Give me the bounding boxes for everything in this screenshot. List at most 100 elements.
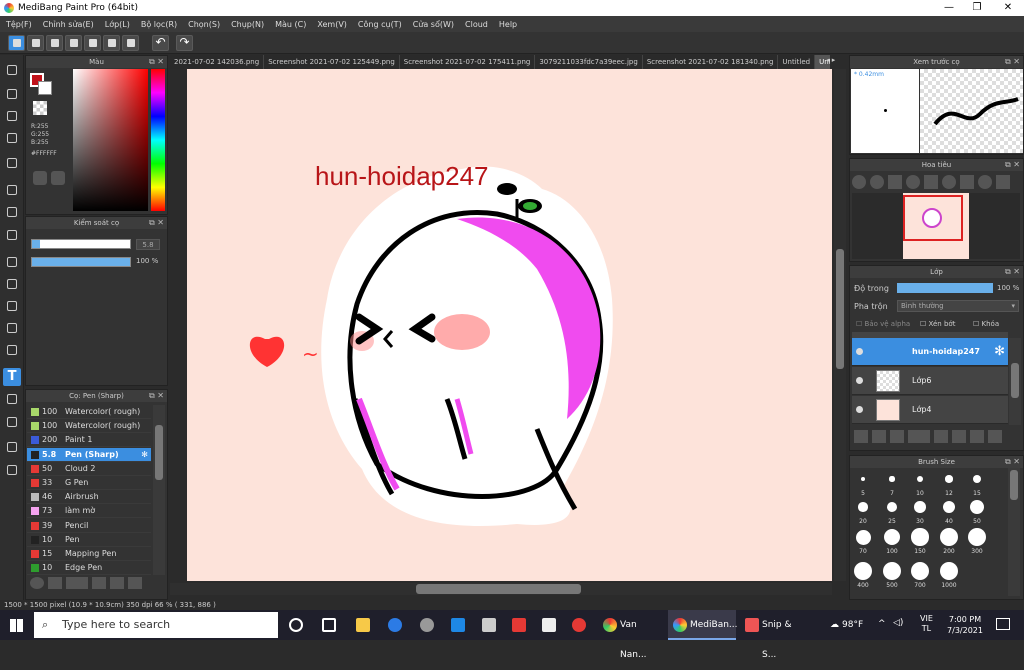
brush-size-dot[interactable] bbox=[968, 528, 986, 546]
brush-size-value[interactable]: 5.8 bbox=[136, 239, 160, 250]
fit-icon[interactable] bbox=[888, 175, 902, 189]
merge-layer-icon[interactable] bbox=[970, 430, 984, 443]
tab-scroll-arrows[interactable]: ◂ ▸ bbox=[826, 56, 848, 68]
brush-size-dot[interactable] bbox=[911, 528, 929, 546]
brush-tool-icon[interactable] bbox=[3, 61, 21, 79]
minimize-button[interactable]: — bbox=[934, 0, 964, 16]
brush-list-item[interactable]: 100 Watercolor( rough) bbox=[27, 405, 151, 419]
brush-size-dot[interactable] bbox=[945, 475, 953, 483]
edge-icon[interactable] bbox=[388, 618, 402, 632]
duplicate-icon[interactable] bbox=[128, 577, 142, 589]
add-layer-menu-icon[interactable] bbox=[908, 430, 930, 443]
brush-list-item[interactable]: 39 Pencil bbox=[27, 519, 151, 533]
blend-mode-select[interactable]: Bình thường ▾ bbox=[897, 300, 1019, 312]
eye-icon[interactable] bbox=[856, 406, 863, 413]
brush-size-scrollbar[interactable] bbox=[1008, 468, 1020, 596]
eye-icon[interactable] bbox=[856, 377, 863, 384]
brush-size-dot[interactable] bbox=[889, 476, 895, 482]
brush-size-dot[interactable] bbox=[855, 529, 871, 545]
media-icon[interactable] bbox=[420, 618, 434, 632]
brush-size-dot[interactable] bbox=[883, 528, 901, 546]
magic-wand-tool-icon[interactable] bbox=[3, 297, 21, 315]
new-halftone-layer-icon[interactable] bbox=[872, 430, 886, 443]
new-layer-icon[interactable] bbox=[854, 430, 868, 443]
panel-close-icon[interactable]: ⧉ ✕ bbox=[1005, 159, 1020, 171]
store-icon[interactable] bbox=[542, 618, 556, 632]
brush-size-dot[interactable] bbox=[970, 500, 984, 514]
upload-icon[interactable] bbox=[27, 35, 44, 51]
panel-close-icon[interactable]: ⧉ ✕ bbox=[1005, 266, 1020, 278]
canvas-vscrollbar[interactable] bbox=[834, 69, 846, 581]
cortana-icon[interactable] bbox=[289, 618, 303, 632]
taskbar-search[interactable]: ⌕ Type here to search bbox=[34, 612, 278, 638]
secondary-color-swatch[interactable] bbox=[38, 81, 52, 95]
brush-size-dot[interactable] bbox=[861, 477, 865, 481]
tab-1[interactable]: 2021-07-02 142036.png bbox=[170, 55, 265, 69]
brush-list-item[interactable]: 50 Cloud 2 bbox=[27, 462, 151, 476]
canvas-hscrollbar[interactable] bbox=[170, 583, 832, 595]
taskbar-app-medibang[interactable]: MediBan... bbox=[668, 610, 738, 640]
close-button[interactable]: ✕ bbox=[993, 0, 1023, 16]
brush-size-dot[interactable] bbox=[911, 562, 929, 580]
tab-5[interactable]: Screenshot 2021-07-02 181340.png bbox=[643, 55, 779, 69]
panel-close-icon[interactable]: ⧉ ✕ bbox=[1005, 56, 1020, 68]
menu-file[interactable]: Tệp(F) bbox=[6, 20, 32, 29]
add-brush-icon[interactable] bbox=[66, 577, 88, 589]
tab-6[interactable]: Untitled bbox=[778, 55, 816, 69]
reset-view-icon[interactable] bbox=[996, 175, 1010, 189]
file-explorer-icon[interactable] bbox=[356, 618, 370, 632]
layer-opacity-slider[interactable] bbox=[897, 283, 993, 293]
operation-tool-icon[interactable] bbox=[3, 390, 21, 408]
menu-tools[interactable]: Công cụ(T) bbox=[358, 20, 402, 29]
new-8bit-layer-icon[interactable] bbox=[890, 430, 904, 443]
document-icon[interactable] bbox=[84, 35, 101, 51]
drawing-canvas[interactable]: ~ hun-hoidap247 bbox=[187, 69, 832, 581]
eyedropper-tool-icon[interactable] bbox=[3, 413, 21, 431]
comment-icon[interactable] bbox=[46, 35, 63, 51]
language-indicator[interactable]: VIE TL bbox=[920, 614, 933, 634]
taskbar-app-chrome[interactable]: Van Nan... bbox=[598, 610, 664, 660]
gradient-tool-icon[interactable] bbox=[3, 226, 21, 244]
roblox-icon[interactable] bbox=[512, 618, 526, 632]
hand-tool-icon[interactable] bbox=[3, 461, 21, 479]
menu-help[interactable]: Help bbox=[499, 20, 517, 29]
menu-layer[interactable]: Lớp(L) bbox=[105, 20, 130, 29]
brush-list-item[interactable]: 10 Edge Pen bbox=[27, 561, 151, 576]
panel-close-icon[interactable]: ⧉ ✕ bbox=[149, 390, 164, 402]
gear-icon[interactable]: ✻ bbox=[994, 344, 1005, 359]
copy-brush-icon[interactable] bbox=[92, 577, 106, 589]
new-brush-icon[interactable] bbox=[48, 577, 62, 589]
menu-cloud[interactable]: Cloud bbox=[465, 20, 488, 29]
gear-icon[interactable]: ✻ bbox=[141, 448, 148, 462]
brush-size-dot[interactable] bbox=[940, 562, 958, 580]
navigator-thumbnail[interactable] bbox=[852, 193, 1020, 259]
transparent-swatch[interactable] bbox=[33, 101, 47, 115]
app-icon[interactable] bbox=[572, 618, 586, 632]
brush-size-dot[interactable] bbox=[940, 528, 958, 546]
menu-window[interactable]: Cửa sổ(W) bbox=[413, 20, 454, 29]
taskbar-app-snip[interactable]: Snip & S... bbox=[740, 610, 806, 660]
rectangle-tool-icon[interactable] bbox=[3, 107, 21, 125]
move-tool-icon[interactable] bbox=[3, 154, 21, 172]
volume-icon[interactable]: ◁) bbox=[893, 618, 903, 628]
lasso-tool-icon[interactable] bbox=[3, 275, 21, 293]
list-icon[interactable] bbox=[103, 35, 120, 51]
notification-icon[interactable] bbox=[996, 618, 1010, 630]
tab-2[interactable]: Screenshot 2021-07-02 125449.png bbox=[264, 55, 400, 69]
flip-icon[interactable] bbox=[960, 175, 974, 189]
clipping-checkbox[interactable]: ☐ Xén bớt bbox=[920, 320, 955, 328]
brush-list-item[interactable]: 5.8 Pen (Sharp) ✻ bbox=[27, 447, 151, 462]
brush-size-slider[interactable] bbox=[31, 239, 131, 249]
text-tool-icon[interactable]: T bbox=[3, 368, 21, 386]
saturation-value-picker[interactable] bbox=[73, 69, 148, 211]
clock[interactable]: 7:00 PM 7/3/2021 bbox=[943, 614, 987, 636]
brush-list-item[interactable]: 73 làm mờ bbox=[27, 504, 151, 519]
brush-opacity-slider[interactable] bbox=[31, 257, 131, 267]
grid-icon[interactable] bbox=[122, 35, 139, 51]
message-icon[interactable] bbox=[65, 35, 82, 51]
zoom-in-icon[interactable] bbox=[852, 175, 866, 189]
palette-icon[interactable] bbox=[33, 171, 47, 185]
panel-close-icon[interactable]: ⧉ ✕ bbox=[149, 217, 164, 229]
brush-size-dot[interactable] bbox=[858, 502, 868, 512]
folder-icon[interactable] bbox=[110, 577, 124, 589]
